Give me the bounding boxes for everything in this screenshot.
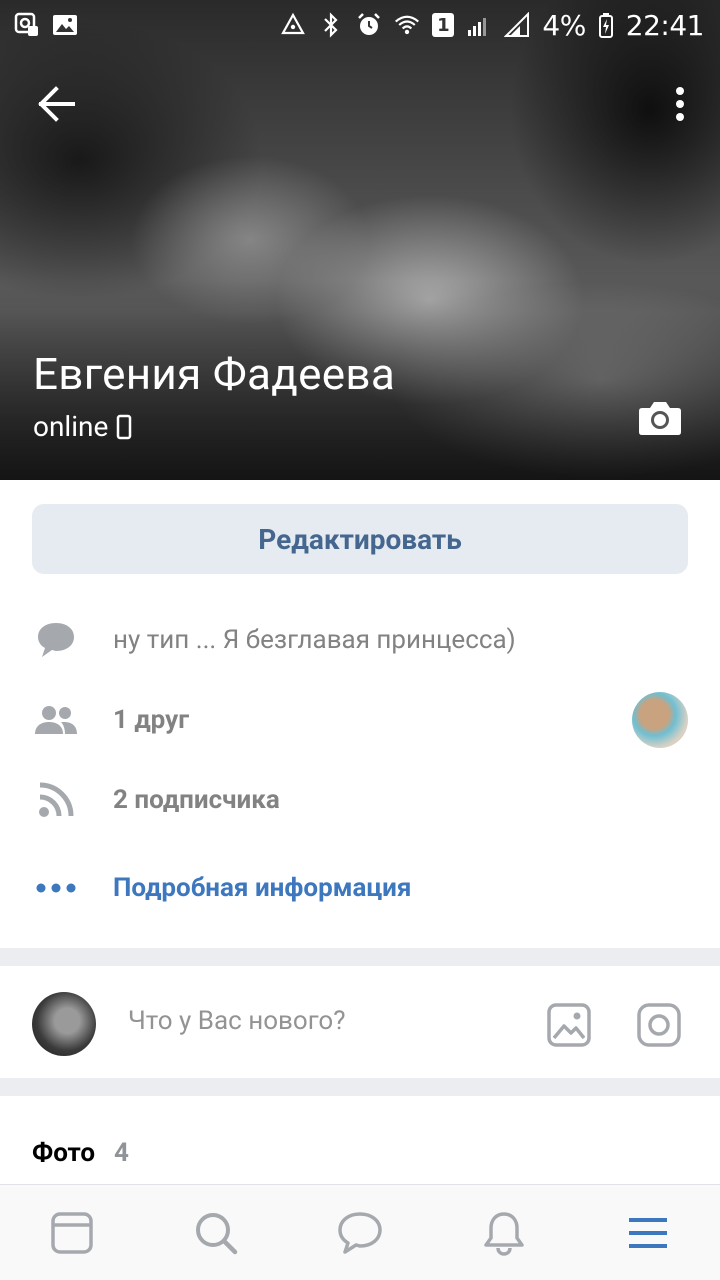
- details-row[interactable]: Подробная информация: [0, 858, 720, 918]
- profile-name: Евгения Фадеева: [33, 348, 396, 400]
- online-status-text: online: [33, 410, 109, 443]
- sim-icon: 1: [432, 13, 455, 37]
- online-status: online: [33, 410, 132, 443]
- photos-section[interactable]: Фото 4: [0, 1096, 720, 1196]
- alarm-icon: [356, 12, 382, 38]
- friends-icon: [34, 698, 78, 742]
- status-text: ну тип ... Я безглавая принцесса): [113, 625, 516, 655]
- edit-profile-button[interactable]: Редактировать: [32, 504, 688, 574]
- image-icon: [547, 1003, 591, 1047]
- nav-search[interactable]: [186, 1203, 246, 1263]
- screenshot-icon: [14, 12, 40, 38]
- gallery-icon: [52, 12, 78, 38]
- battery-percent: 4%: [542, 8, 586, 42]
- speech-bubble-icon: [34, 618, 78, 662]
- photos-title: Фото: [32, 1138, 96, 1168]
- nav-menu[interactable]: [618, 1203, 678, 1263]
- nav-newsfeed[interactable]: [42, 1203, 102, 1263]
- profile-info-card: Редактировать ну тип ... Я безглавая при…: [0, 480, 720, 948]
- data-saver-icon: [280, 12, 306, 38]
- more-horizontal-icon: [34, 866, 78, 910]
- camera-story-button[interactable]: [636, 1002, 682, 1048]
- nav-messages[interactable]: [330, 1203, 390, 1263]
- top-bar: [0, 64, 720, 144]
- messages-icon: [338, 1211, 382, 1254]
- rss-icon: [34, 778, 78, 822]
- more-vertical-icon: [676, 87, 684, 121]
- search-icon: [196, 1212, 238, 1254]
- arrow-back-icon: [38, 86, 75, 122]
- change-cover-button[interactable]: [638, 400, 682, 436]
- clock: 22:41: [625, 8, 705, 42]
- bottom-navigation: [0, 1184, 720, 1280]
- wifi-icon: [394, 12, 420, 38]
- post-composer: Что у Вас нового?: [0, 966, 720, 1078]
- status-bar: 1 4% 22:41: [0, 0, 720, 50]
- signal-icon-2: [504, 12, 530, 38]
- user-avatar[interactable]: [32, 992, 96, 1056]
- newsfeed-icon: [51, 1211, 93, 1254]
- camera-icon: [639, 402, 681, 435]
- friend-avatar[interactable]: [632, 692, 688, 748]
- instagram-camera-icon: [637, 1003, 681, 1047]
- menu-icon: [629, 1217, 667, 1248]
- bluetooth-icon: [318, 12, 344, 38]
- back-button[interactable]: [28, 76, 84, 132]
- followers-count: 2 подписчика: [113, 785, 280, 815]
- photos-count: 4: [114, 1138, 129, 1168]
- signal-icon: [466, 12, 492, 38]
- details-link[interactable]: Подробная информация: [113, 873, 411, 903]
- mobile-phone-icon: [117, 414, 132, 439]
- battery-icon: [598, 12, 614, 38]
- friends-row[interactable]: 1 друг: [0, 690, 720, 750]
- followers-row[interactable]: 2 подписчика: [0, 770, 720, 830]
- attach-photo-button[interactable]: [546, 1002, 592, 1048]
- new-post-input[interactable]: Что у Вас нового?: [128, 1006, 346, 1036]
- friends-count: 1 друг: [113, 705, 190, 735]
- nav-notifications[interactable]: [474, 1203, 534, 1263]
- more-options-button[interactable]: [660, 76, 700, 132]
- status-row[interactable]: ну тип ... Я безглавая принцесса): [0, 610, 720, 670]
- notifications-icon: [484, 1211, 524, 1256]
